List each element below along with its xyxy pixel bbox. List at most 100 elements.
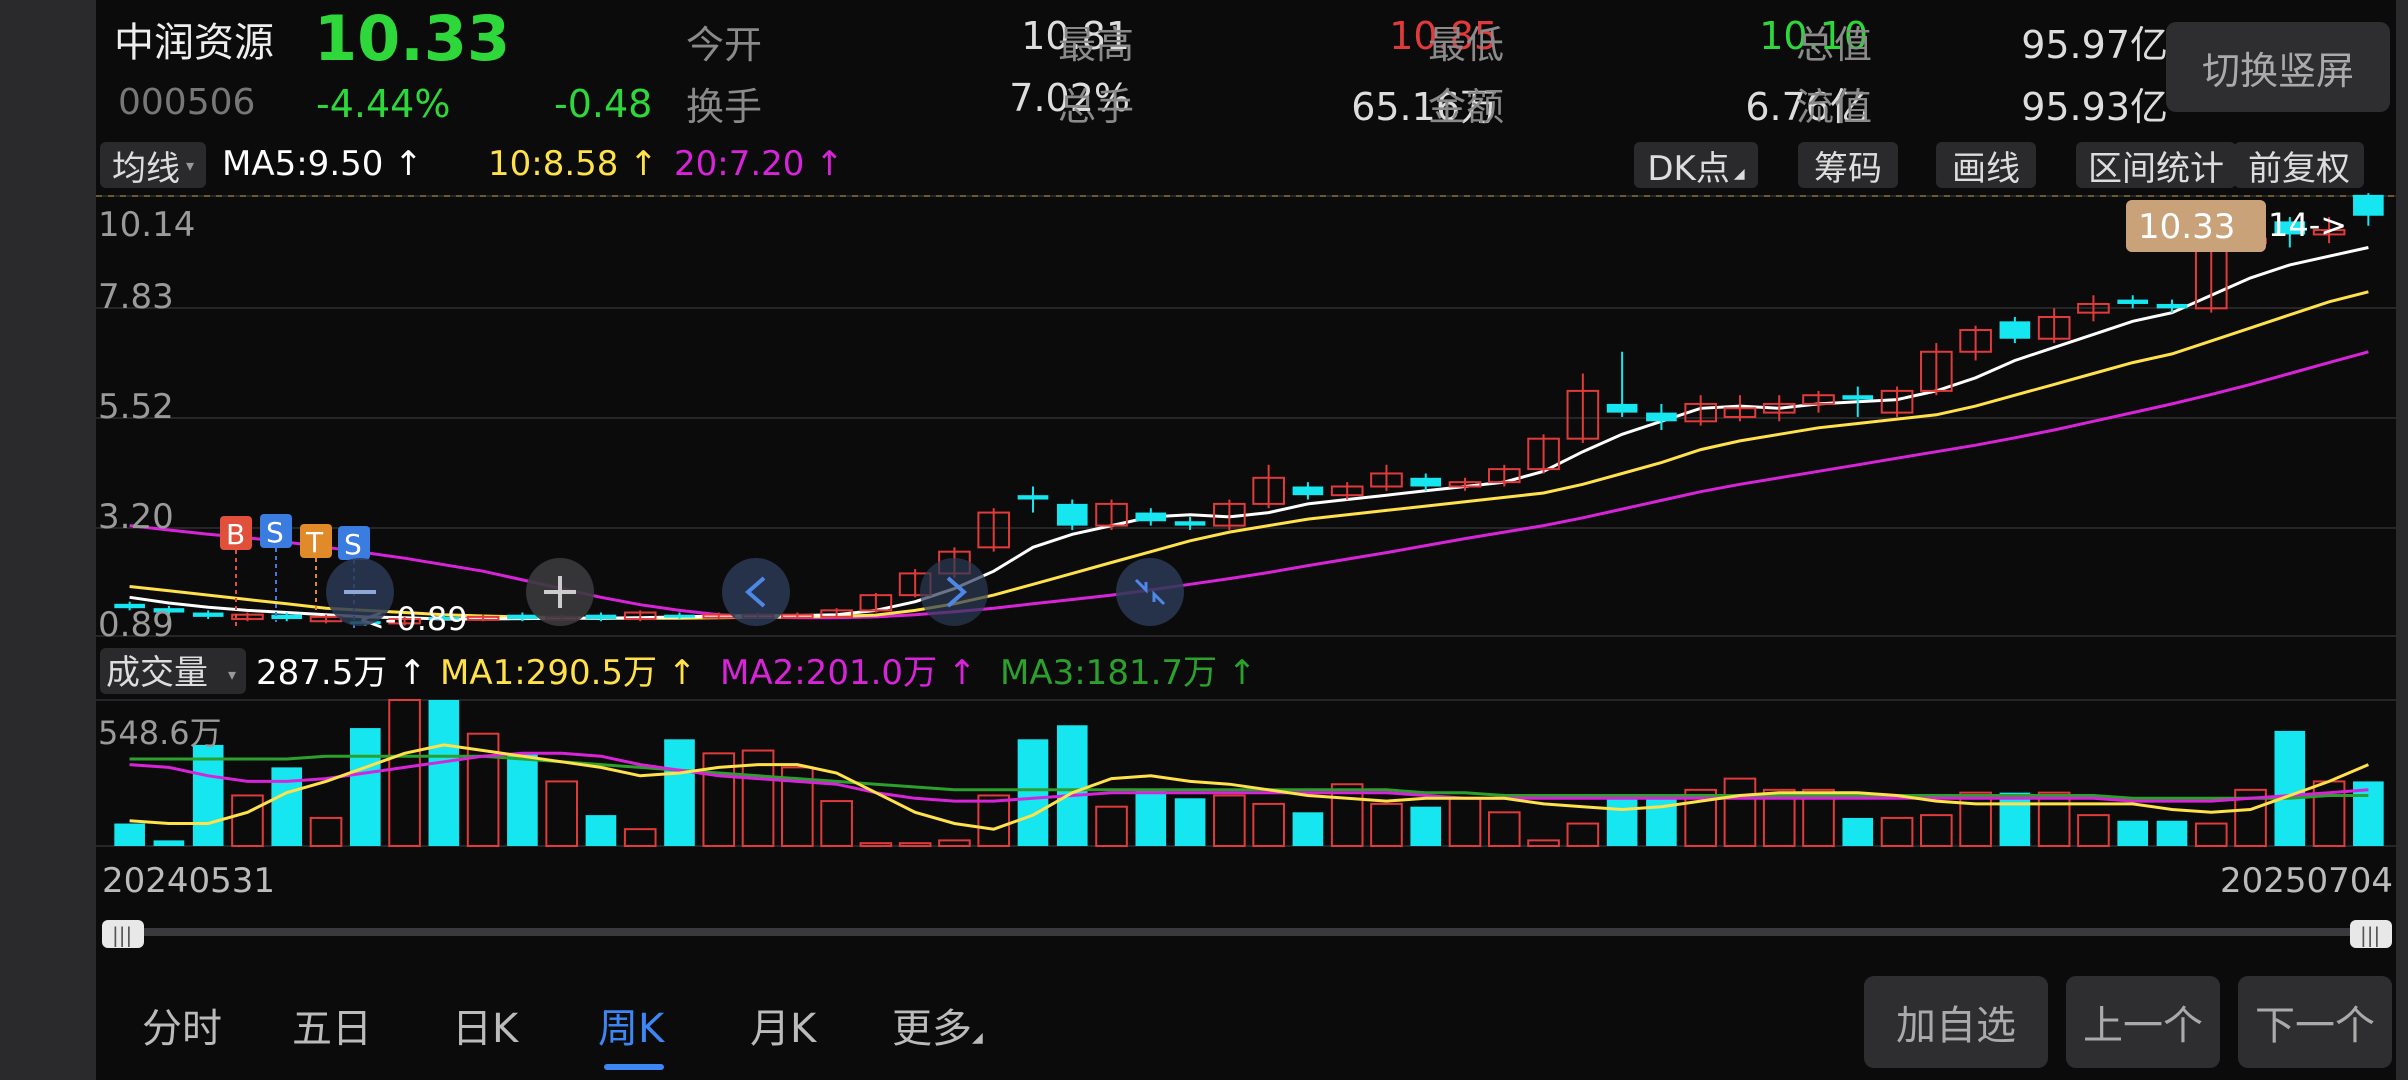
candle-body-down xyxy=(1056,503,1088,526)
volume-bar-up xyxy=(623,828,657,848)
volume-bar-down xyxy=(664,739,695,846)
candle-body-down xyxy=(1174,521,1206,526)
volume-ma2-line xyxy=(129,751,2369,803)
candle-body-down xyxy=(192,612,224,617)
volume-bar-up xyxy=(1448,797,1482,847)
compress-control[interactable] xyxy=(1116,558,1184,626)
max-price-marker: 14-> xyxy=(2268,206,2347,244)
tab-daily-k[interactable]: 日K xyxy=(452,996,518,1054)
candle-body-down xyxy=(2353,194,2384,216)
price-tick: 0.89 xyxy=(98,605,174,645)
volume-bar-up xyxy=(1959,791,1992,848)
time-scroll-track[interactable] xyxy=(110,928,2380,936)
volume-bar-up xyxy=(1213,794,1246,848)
t-marker-label: T xyxy=(305,526,324,559)
volume-bar-down xyxy=(585,815,617,846)
next-stock-button[interactable]: 下一个 xyxy=(2238,976,2392,1068)
volume-bars xyxy=(114,699,2384,848)
volume-bar-up xyxy=(231,794,264,848)
volume-bar-up xyxy=(1566,822,1600,847)
buy-marker-label: B xyxy=(226,518,245,551)
volume-bar-up xyxy=(1880,816,1914,848)
volume-current: 287.5万 ↑ xyxy=(256,653,427,693)
candle-body-down xyxy=(1017,495,1049,500)
sell-marker-label: S xyxy=(266,516,284,549)
tab-more[interactable]: 更多◢ xyxy=(892,996,983,1054)
volume-bar-down xyxy=(1056,725,1088,846)
volume-bar-up xyxy=(1252,802,1285,848)
zoom-out-control[interactable] xyxy=(326,558,394,626)
volume-bar-down xyxy=(1174,798,1206,846)
volume-bar-down xyxy=(2117,820,2149,846)
volume-bar-down xyxy=(114,823,145,846)
volume-bar-down xyxy=(153,840,185,846)
candle-body-down xyxy=(1999,321,2031,339)
candle-body-down xyxy=(1292,486,1324,496)
candle-body-down xyxy=(1410,477,1442,487)
price-tick: 3.20 xyxy=(98,497,174,537)
candle-body-down xyxy=(664,614,695,618)
tab-more-label: 更多 xyxy=(892,1006,972,1052)
volume-bar-up xyxy=(309,816,343,848)
volume-bar-up xyxy=(1527,839,1560,848)
tab-monthly-k[interactable]: 月K xyxy=(750,996,816,1054)
candle-body-down xyxy=(1606,403,1638,413)
volume-bar-up xyxy=(1920,814,1953,847)
volume-bar-down xyxy=(1410,806,1442,846)
volume-bar-down xyxy=(428,700,460,846)
volume-ma2: MA2:201.0万 ↑ xyxy=(720,653,976,693)
volume-bar-up xyxy=(1723,777,1757,847)
start-date: 20240531 xyxy=(102,861,275,901)
zoom-in-control[interactable] xyxy=(526,558,594,626)
left-gutter xyxy=(0,0,96,1080)
volume-ma3: MA3:181.7万 ↑ xyxy=(1000,653,1256,693)
candle-body-down xyxy=(2117,299,2149,304)
corner-triangle-icon: ◢ xyxy=(972,1030,983,1046)
volume-bar-down xyxy=(1135,789,1167,846)
volume-bar-down xyxy=(1292,812,1324,846)
active-tab-indicator xyxy=(604,1064,664,1070)
candle-body-down xyxy=(507,614,538,620)
volume-bar-down xyxy=(1606,795,1638,846)
end-date: 20250704 xyxy=(2220,861,2393,901)
tab-five-day[interactable]: 五日 xyxy=(292,996,372,1054)
volume-bar-up xyxy=(977,794,1011,848)
volume-bar-up xyxy=(859,842,893,848)
price-tick: 5.52 xyxy=(98,387,174,427)
period-tabs: 分时 五日 日K 周K 月K 更多◢ 加自选 上一个 下一个 xyxy=(96,960,2396,1080)
price-tick: 7.83 xyxy=(98,277,174,317)
tab-weekly-k[interactable]: 周K xyxy=(598,996,664,1054)
volume-bar-down xyxy=(1017,739,1049,846)
previous-stock-button[interactable]: 上一个 xyxy=(2066,976,2220,1068)
candle-body-down xyxy=(1135,512,1167,522)
volume-bar-down xyxy=(507,753,538,846)
stock-chart-app: 中润资源 000506 10.33 -4.44% -0.48 今开 10.81 … xyxy=(96,0,2396,1080)
volume-bar-up xyxy=(898,842,932,848)
tab-intraday[interactable]: 分时 xyxy=(142,996,222,1054)
volume-bar-up xyxy=(388,699,421,847)
volume-bar-up xyxy=(1487,811,1521,847)
volume-bar-down xyxy=(2156,820,2188,846)
right-gutter xyxy=(2396,0,2408,1080)
add-watchlist-button[interactable]: 加自选 xyxy=(1864,976,2048,1068)
volume-bar-up xyxy=(1095,805,1128,848)
scroll-left-control[interactable] xyxy=(722,558,790,626)
volume-bar-up xyxy=(545,780,578,848)
volume-bar-up xyxy=(1370,802,1403,848)
volume-bar-down xyxy=(1999,792,2031,846)
volume-bar-up xyxy=(2077,814,2110,847)
ma-lines xyxy=(129,246,2369,621)
volume-bar-down xyxy=(1646,795,1677,846)
volume-bar-up xyxy=(2194,822,2228,847)
candle-body-down xyxy=(585,614,617,620)
volume-bar-up xyxy=(820,800,853,847)
kline-chart[interactable]: 10.14 7.83 5.52 3.20 0.89 <-0.89 B S T S xyxy=(96,0,2396,960)
sell-marker-label: S xyxy=(344,528,362,561)
volume-bar-up xyxy=(938,839,971,848)
dropdown-triangle-icon: ▾ xyxy=(228,665,236,684)
scroll-right-control[interactable] xyxy=(920,558,988,626)
volume-bar-down xyxy=(2274,730,2306,846)
candle-body-down xyxy=(1646,412,1677,422)
candles xyxy=(114,193,2384,626)
price-tick: 10.14 xyxy=(98,205,195,245)
